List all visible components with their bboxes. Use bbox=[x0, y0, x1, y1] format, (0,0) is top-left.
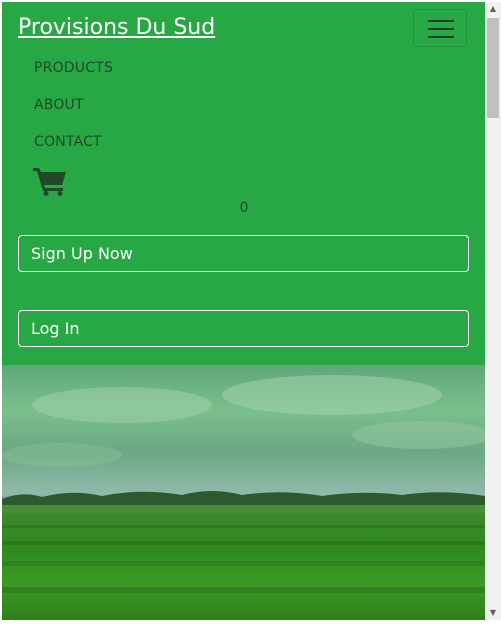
navbar-toggler-button[interactable] bbox=[413, 9, 467, 47]
scroll-up-arrow-icon[interactable]: ▲ bbox=[485, 2, 501, 16]
scrollbar-thumb[interactable] bbox=[487, 18, 499, 118]
nav-link-contact[interactable]: CONTACT bbox=[34, 134, 102, 150]
cart-count-badge: 0 bbox=[239, 200, 249, 216]
login-button[interactable]: Log In bbox=[18, 310, 469, 347]
brand-link[interactable]: Provisions Du Sud bbox=[18, 14, 215, 42]
hamburger-menu-icon bbox=[428, 36, 454, 38]
scroll-down-arrow-icon[interactable]: ▼ bbox=[485, 606, 501, 620]
nav-link-about[interactable]: ABOUT bbox=[34, 97, 84, 113]
nav-link-products[interactable]: PRODUCTS bbox=[34, 60, 113, 76]
hamburger-menu-icon bbox=[428, 28, 454, 30]
signup-button[interactable]: Sign Up Now bbox=[18, 235, 469, 272]
vertical-scrollbar[interactable]: ▲ ▼ bbox=[485, 2, 501, 620]
page-viewport: Provisions Du Sud PRODUCTS ABOUT CONTACT… bbox=[2, 2, 485, 620]
hamburger-menu-icon bbox=[428, 20, 454, 22]
navbar: Provisions Du Sud PRODUCTS ABOUT CONTACT… bbox=[2, 2, 485, 365]
hero-image bbox=[2, 365, 485, 620]
shopping-cart-icon[interactable] bbox=[33, 166, 67, 196]
field-landscape-image bbox=[2, 375, 485, 593]
